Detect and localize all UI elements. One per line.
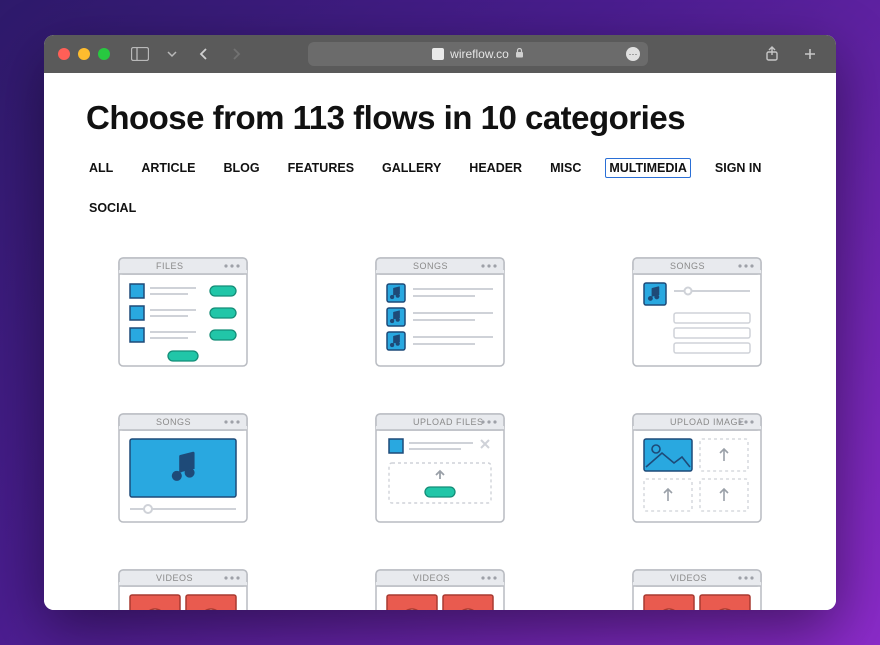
browser-window: wireflow.co ⋯ Choose from 113 flows in 1… <box>44 35 836 610</box>
forward-button[interactable] <box>224 44 248 64</box>
flow-card-songs-2[interactable]: SONGS <box>632 257 762 367</box>
back-button[interactable] <box>192 44 216 64</box>
flow-card-songs-3[interactable]: SONGS <box>118 413 248 523</box>
svg-text:SONGS: SONGS <box>413 261 448 271</box>
category-tab-sign-in[interactable]: SIGN IN <box>712 159 765 177</box>
browser-toolbar: wireflow.co ⋯ <box>44 35 836 73</box>
svg-text:UPLOAD FILES: UPLOAD FILES <box>413 417 484 427</box>
new-tab-icon[interactable] <box>798 44 822 64</box>
svg-text:SONGS: SONGS <box>156 417 191 427</box>
category-tab-blog[interactable]: BLOG <box>220 159 262 177</box>
fullscreen-window-button[interactable] <box>98 48 110 60</box>
category-tab-all[interactable]: ALL <box>86 159 116 177</box>
flow-card-upload-files-4[interactable]: UPLOAD FILES <box>375 413 505 523</box>
minimize-window-button[interactable] <box>78 48 90 60</box>
svg-text:VIDEOS: VIDEOS <box>156 573 193 583</box>
chevron-down-icon[interactable] <box>160 44 184 64</box>
window-controls <box>58 48 110 60</box>
category-tab-misc[interactable]: MISC <box>547 159 584 177</box>
category-tab-features[interactable]: FEATURES <box>285 159 357 177</box>
flow-card-videos-8[interactable]: VIDEOS <box>632 569 762 610</box>
flow-card-songs-1[interactable]: SONGS <box>375 257 505 367</box>
flow-card-videos-7[interactable]: VIDEOS <box>375 569 505 610</box>
svg-text:SONGS: SONGS <box>670 261 705 271</box>
share-icon[interactable] <box>760 44 784 64</box>
page-content: Choose from 113 flows in 10 categories A… <box>44 73 836 610</box>
close-window-button[interactable] <box>58 48 70 60</box>
category-tab-header[interactable]: HEADER <box>466 159 525 177</box>
flow-card-upload-image-5[interactable]: UPLOAD IMAGE <box>632 413 762 523</box>
address-bar[interactable]: wireflow.co ⋯ <box>308 42 648 66</box>
category-tabs: ALL ARTICLE BLOG FEATURES GALLERY HEADER MISC M… <box>86 159 794 217</box>
svg-text:FILES: FILES <box>156 261 184 271</box>
flow-card-files-0[interactable]: FILES <box>118 257 248 367</box>
svg-text:VIDEOS: VIDEOS <box>670 573 707 583</box>
sidebar-toggle-icon[interactable] <box>128 44 152 64</box>
category-tab-gallery[interactable]: GALLERY <box>379 159 444 177</box>
category-tab-article[interactable]: ARTICLE <box>138 159 198 177</box>
reader-mode-icon[interactable]: ⋯ <box>626 47 640 61</box>
lock-icon <box>515 47 524 61</box>
category-tab-multimedia[interactable]: MULTIMEDIA <box>606 159 690 177</box>
flow-card-videos-6[interactable]: VIDEOS <box>118 569 248 610</box>
url-text: wireflow.co <box>450 47 509 61</box>
flow-grid: FILES SONGS <box>86 257 794 610</box>
svg-text:UPLOAD IMAGE: UPLOAD IMAGE <box>670 417 745 427</box>
category-tab-social[interactable]: SOCIAL <box>86 199 139 217</box>
page-title: Choose from 113 flows in 10 categories <box>86 99 794 137</box>
svg-text:VIDEOS: VIDEOS <box>413 573 450 583</box>
site-icon <box>432 48 444 60</box>
